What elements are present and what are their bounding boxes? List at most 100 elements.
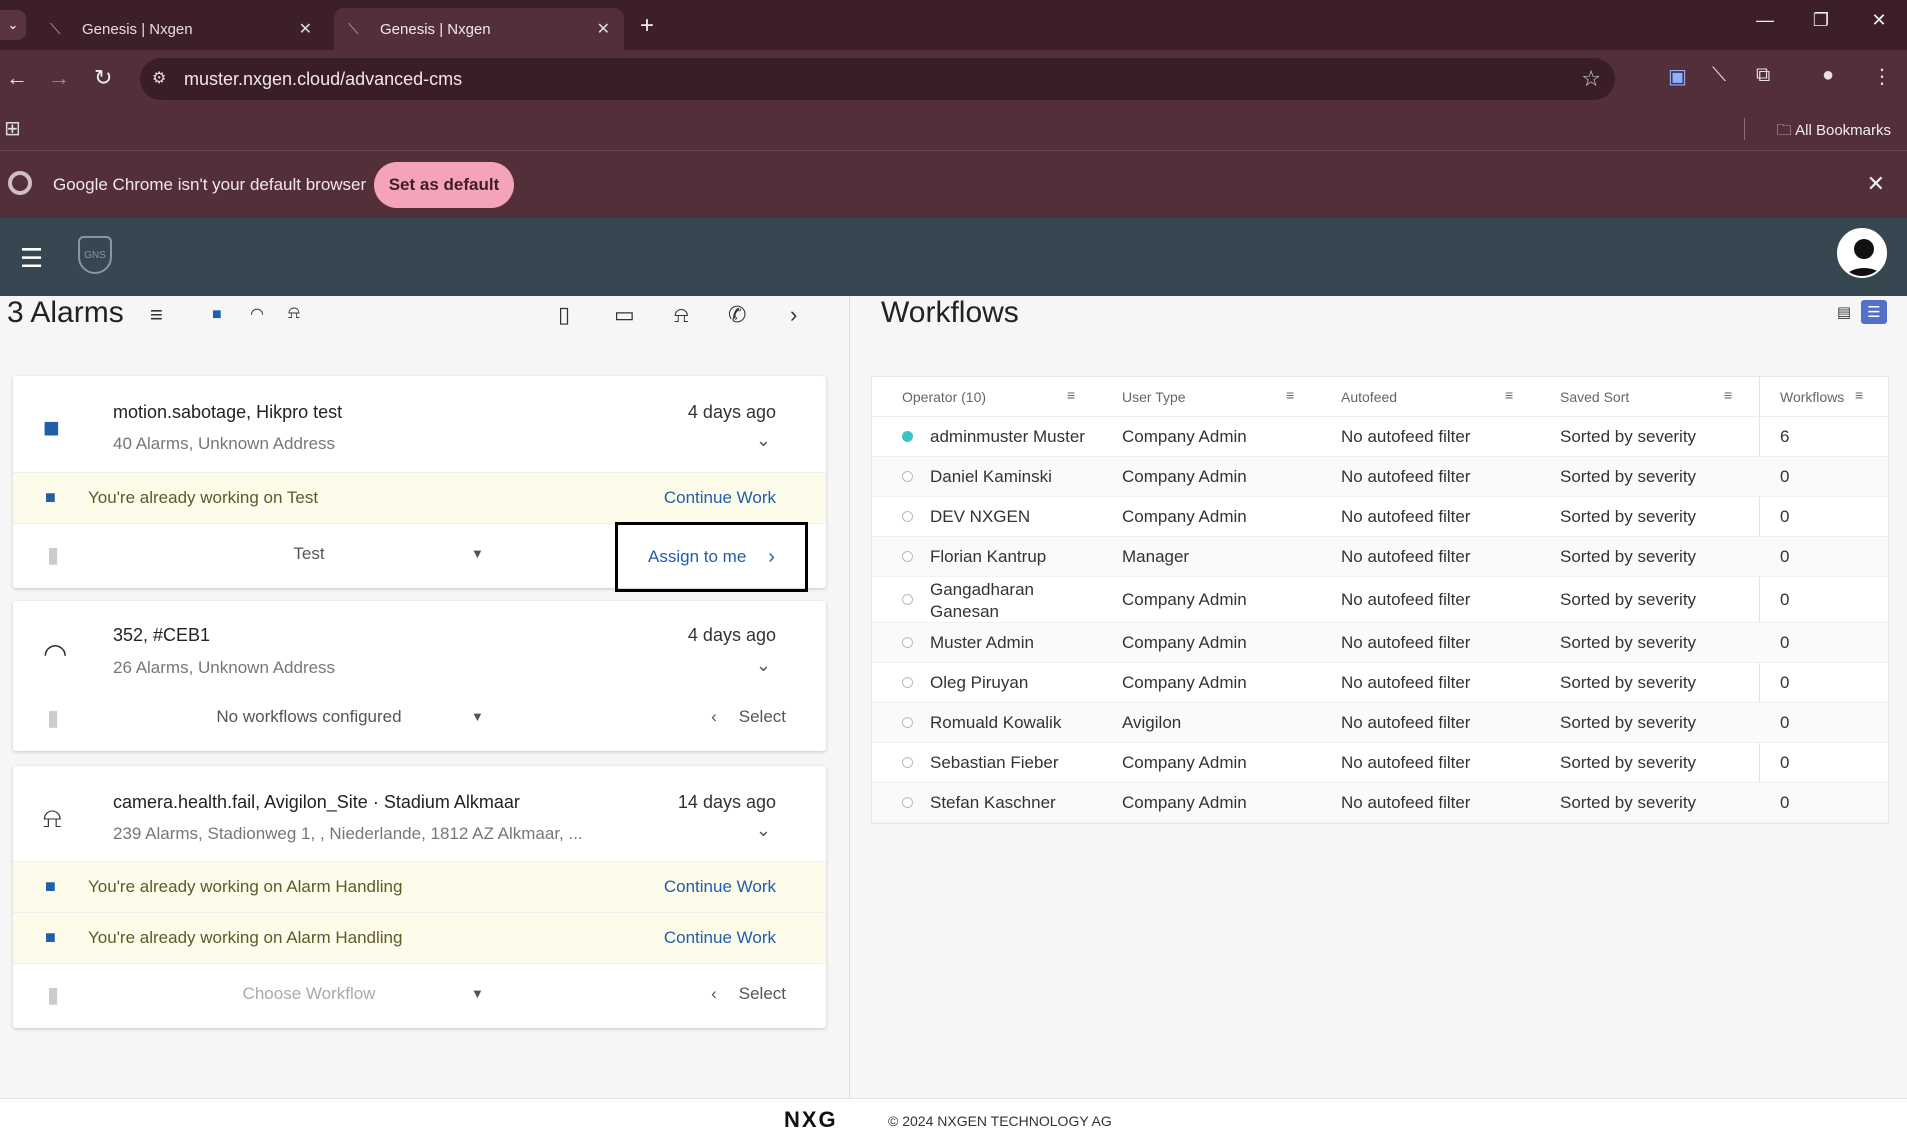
reload-icon[interactable]: ↻ — [94, 65, 112, 91]
tab-title: Genesis | Nxgen — [380, 20, 491, 38]
alarm-card[interactable]: ⍾ camera.health.fail, Avigilon_Site · St… — [13, 766, 826, 1028]
table-row[interactable]: Stefan Kaschner Company Admin No autofee… — [872, 783, 1888, 823]
tab-search-button[interactable]: ⌄ — [0, 10, 26, 40]
workflow-select[interactable]: No workflows configured — [169, 707, 449, 727]
continue-work-link[interactable]: Continue Work — [664, 877, 776, 897]
caret-down-icon[interactable]: ▼ — [471, 986, 484, 1001]
workflow-count: 0 — [1780, 673, 1790, 692]
operator-name: DEV NXGEN — [930, 507, 1031, 526]
alarm-card[interactable]: ◠ 352, #CEB1 26 Alarms, Unknown Address … — [13, 601, 826, 751]
alarm-card[interactable]: ■ motion.sabotage, Hikpro test 40 Alarms… — [13, 376, 826, 592]
table-row[interactable]: Muster Admin Company Admin No autofeed f… — [872, 623, 1888, 663]
bookmarks-bar: ⊞ 🗀 All Bookmarks — [0, 108, 1907, 150]
table-row[interactable]: Daniel Kaminski Company Admin No autofee… — [872, 457, 1888, 497]
back-icon[interactable]: ← — [6, 65, 28, 91]
autofeed: No autofeed filter — [1341, 753, 1471, 772]
apps-grid-icon[interactable]: ⊞ — [4, 116, 21, 141]
nxgen-extension-icon[interactable]: ⟍ — [1712, 64, 1726, 87]
url-text[interactable]: muster.nxgen.cloud/advanced-cms — [184, 69, 462, 90]
minimize-icon[interactable]: — — [1750, 10, 1780, 31]
offline-status-icon — [902, 637, 913, 648]
select-button[interactable]: ‹ Select — [711, 984, 786, 1004]
workflows-title: Workflows — [881, 296, 1019, 329]
table-row[interactable]: DEV NXGEN Company Admin No autofeed filt… — [872, 497, 1888, 537]
wifi-filter-icon[interactable]: ◠ — [250, 304, 264, 324]
table-header: Operator (10) ≡ User Type ≡ Autofeed ≡ S… — [872, 377, 1888, 417]
chevron-right-icon[interactable]: › — [790, 302, 797, 328]
column-header-operator[interactable]: Operator (10) — [902, 389, 986, 405]
operator-name: Muster Admin — [930, 633, 1034, 652]
address-bar[interactable]: ⚙ muster.nxgen.cloud/advanced-cms ☆ — [140, 58, 1615, 100]
continue-work-link[interactable]: Continue Work — [664, 928, 776, 948]
table-row[interactable]: Gangadharan Ganesan Company Admin No aut… — [872, 577, 1888, 623]
camera-filter-icon[interactable]: ■ — [212, 306, 222, 324]
chevron-down-icon[interactable]: ⌄ — [756, 655, 771, 676]
saved-sort: Sorted by severity — [1560, 673, 1697, 692]
site-info-icon[interactable]: ⚙ — [152, 68, 166, 88]
bell-filter-icon[interactable]: ⍾ — [288, 302, 300, 323]
alarm-add-icon[interactable]: ⍾ — [674, 302, 689, 328]
caret-down-icon[interactable]: ▼ — [471, 709, 484, 724]
column-header-saved-sort[interactable]: Saved Sort — [1560, 389, 1629, 405]
split-view-icon[interactable]: ▯ — [558, 302, 570, 328]
avatar[interactable] — [1837, 228, 1887, 278]
table-row[interactable]: Sebastian Fieber Company Admin No autofe… — [872, 743, 1888, 783]
column-header-autofeed[interactable]: Autofeed — [1341, 389, 1397, 405]
set-default-button[interactable]: Set as default — [374, 162, 514, 208]
bookmark-star-icon[interactable]: ☆ — [1581, 66, 1601, 92]
user-type: Company Admin — [1122, 467, 1247, 486]
browser-tab-2[interactable]: ⟍ Genesis | Nxgen ✕ — [334, 8, 624, 50]
more-menu-icon[interactable]: ⋮ — [1872, 64, 1892, 89]
sort-icon[interactable]: ≡ — [1855, 387, 1863, 403]
forward-icon[interactable]: → — [48, 65, 70, 91]
phone-callback-icon[interactable]: ✆ — [728, 302, 746, 328]
continue-work-link[interactable]: Continue Work — [664, 488, 776, 508]
chevron-right-icon: › — [768, 545, 775, 568]
card-view-icon[interactable]: ▤ — [1831, 300, 1857, 324]
filter-icon[interactable]: ≡ — [1067, 387, 1075, 403]
trash-icon[interactable]: ▮ — [47, 705, 59, 731]
saved-sort: Sorted by severity — [1560, 753, 1697, 772]
user-type: Avigilon — [1122, 713, 1182, 732]
close-icon[interactable]: ✕ — [597, 19, 610, 39]
trash-icon[interactable]: ▮ — [47, 542, 59, 568]
caret-down-icon[interactable]: ▼ — [471, 546, 484, 561]
chevron-down-icon[interactable]: ⌄ — [756, 430, 771, 451]
workflow-select[interactable]: Test — [169, 544, 449, 564]
working-notice: ■ You're already working on Alarm Handli… — [13, 861, 826, 912]
close-icon[interactable]: ✕ — [1867, 171, 1885, 197]
table-row[interactable]: adminmuster Muster Company Admin No auto… — [872, 417, 1888, 457]
restore-icon[interactable]: ❐ — [1806, 10, 1836, 31]
workflow-count: 6 — [1780, 427, 1790, 446]
close-window-icon[interactable]: ✕ — [1864, 10, 1894, 31]
assign-label: Assign to me — [648, 547, 747, 566]
close-icon[interactable]: ✕ — [299, 19, 312, 39]
trash-icon[interactable]: ▮ — [47, 982, 59, 1008]
filter-icon[interactable]: ≡ — [150, 302, 163, 328]
filter-icon[interactable]: ≡ — [1505, 387, 1513, 403]
assign-to-me-button[interactable]: Assign to me › — [615, 522, 808, 592]
list-view-icon[interactable]: ☰ — [1861, 300, 1887, 324]
tag-icon[interactable]: ▭ — [614, 302, 635, 328]
browser-tab-1[interactable]: ⟍ Genesis | Nxgen ✕ — [36, 8, 326, 50]
table-row[interactable]: Florian Kantrup Manager No autofeed filt… — [872, 537, 1888, 577]
profile-icon[interactable]: ● — [1822, 64, 1834, 87]
workflow-select[interactable]: Choose Workflow — [169, 984, 449, 1004]
column-header-workflows[interactable]: Workflows — [1780, 389, 1844, 405]
hamburger-menu-icon[interactable]: ☰ — [20, 243, 43, 274]
table-row[interactable]: Romuald Kowalik Avigilon No autofeed fil… — [872, 703, 1888, 743]
filter-icon[interactable]: ≡ — [1724, 387, 1732, 403]
filter-icon[interactable]: ≡ — [1286, 387, 1294, 403]
column-header-user-type[interactable]: User Type — [1122, 389, 1186, 405]
chevron-down-icon[interactable]: ⌄ — [756, 820, 771, 841]
extension-icon[interactable]: ▣ — [1668, 64, 1687, 89]
user-type: Company Admin — [1122, 673, 1247, 692]
select-button[interactable]: ‹ Select — [711, 707, 786, 727]
all-bookmarks-button[interactable]: 🗀 All Bookmarks — [1777, 120, 1891, 145]
table-row[interactable]: Oleg Piruyan Company Admin No autofeed f… — [872, 663, 1888, 703]
new-tab-button[interactable]: + — [640, 12, 654, 40]
bell-icon: ⍾ — [43, 802, 62, 833]
default-browser-infobar: Google Chrome isn't your default browser… — [0, 150, 1907, 218]
puzzle-icon[interactable]: ⧉ — [1756, 64, 1770, 87]
operator-name: Sebastian Fieber — [930, 753, 1059, 772]
